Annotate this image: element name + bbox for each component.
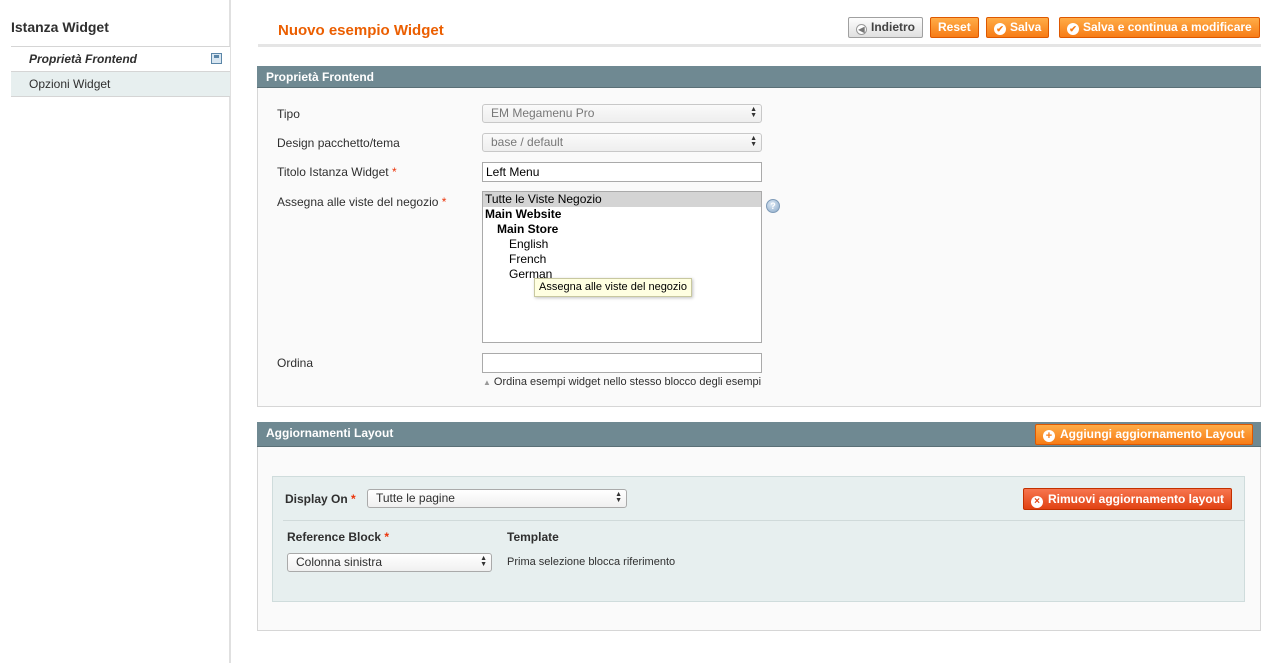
reference-block-value: Colonna sinistra <box>296 555 383 569</box>
page-title: Nuovo esempio Widget <box>278 22 444 39</box>
required-mark: * <box>391 165 397 179</box>
add-layout-label: Aggiungi aggiornamento Layout <box>1060 427 1245 441</box>
updown-arrows-icon: ▲ ▼ <box>750 106 757 119</box>
stores-label-text: Assegna alle viste del negozio <box>277 195 439 209</box>
tooltip: Assegna alle viste del negozio <box>534 278 692 297</box>
reset-button[interactable]: Reset <box>930 17 979 38</box>
plus-icon: + <box>1043 430 1055 442</box>
save-state-icon <box>211 53 222 64</box>
updown-arrows-icon: ▲ ▼ <box>615 491 622 504</box>
store-option-french[interactable]: French <box>483 252 761 267</box>
save-continue-label: Salva e continua a modificare <box>1083 20 1252 34</box>
design-label: Design pacchetto/tema <box>277 136 400 150</box>
check-icon: ✔ <box>994 23 1006 35</box>
add-layout-update-button[interactable]: + Aggiungi aggiornamento Layout <box>1035 424 1253 445</box>
store-option-website: Main Website <box>485 207 562 221</box>
display-on-label: Display On * <box>285 492 356 506</box>
header-divider <box>258 44 1261 47</box>
up-arrow-icon: ▲ <box>483 378 491 387</box>
tab-label: Proprietà Frontend <box>29 52 138 66</box>
template-label: Template <box>507 530 559 544</box>
sort-input[interactable] <box>482 353 762 373</box>
back-label: Indietro <box>871 20 915 34</box>
back-button[interactable]: ◀ Indietro <box>848 17 923 38</box>
stores-multiselect[interactable]: Tutte le Viste Negozio Main Website Main… <box>482 191 762 343</box>
updown-arrows-icon: ▲ ▼ <box>480 555 487 568</box>
type-label: Tipo <box>277 107 300 121</box>
sort-note-text: Ordina esempi widget nello stesso blocco… <box>493 376 762 388</box>
design-select[interactable]: base / default ▲ ▼ <box>482 133 762 152</box>
save-button[interactable]: ✔ Salva <box>986 17 1050 38</box>
display-on-value: Tutte le pagine <box>376 491 455 505</box>
sort-label: Ordina <box>277 356 314 370</box>
store-option-store: Main Store <box>497 222 559 236</box>
required-mark: * <box>351 492 356 506</box>
title-input[interactable]: Left Menu <box>482 162 762 182</box>
save-continue-button[interactable]: ✔ Salva e continua a modificare <box>1059 17 1260 38</box>
stores-label: Assegna alle viste del negozio * <box>277 195 446 209</box>
back-arrow-icon: ◀ <box>856 24 867 35</box>
store-option-english[interactable]: English <box>483 237 761 252</box>
tab-frontend-properties[interactable]: Proprietà Frontend <box>11 47 230 72</box>
title-label: Titolo Istanza Widget * <box>277 165 397 179</box>
layout-divider <box>283 520 1245 521</box>
reference-block-select[interactable]: Colonna sinistra ▲ ▼ <box>287 553 492 572</box>
help-icon[interactable]: ? <box>766 199 780 213</box>
reference-block-label: Reference Block * <box>287 530 389 544</box>
sidebar-title: Istanza Widget <box>11 19 109 35</box>
required-mark: * <box>384 530 390 544</box>
tab-widget-options[interactable]: Opzioni Widget <box>11 72 230 97</box>
sidebar: Istanza Widget Proprietà Frontend Opzion… <box>0 0 231 663</box>
check-icon: ✔ <box>1067 23 1079 35</box>
remove-x-icon: × <box>1031 496 1043 508</box>
reset-label: Reset <box>938 20 971 34</box>
frontend-section-header: Proprietà Frontend <box>257 66 1261 88</box>
template-value: Prima selezione blocca riferimento <box>507 556 676 568</box>
sort-note: ▲ Ordina esempi widget nello stesso blocc… <box>483 376 761 388</box>
type-select[interactable]: EM Megamenu Pro ▲ ▼ <box>482 104 762 123</box>
save-label: Salva <box>1010 20 1042 34</box>
reference-block-label-text: Reference Block <box>287 530 382 544</box>
display-on-label-text: Display On <box>285 492 348 506</box>
store-option-all[interactable]: Tutte le Viste Negozio <box>483 192 761 207</box>
tab-label: Opzioni Widget <box>29 77 111 91</box>
remove-layout-label: Rimuovi aggiornamento layout <box>1048 492 1225 506</box>
title-label-text: Titolo Istanza Widget <box>277 165 389 179</box>
sidebar-tabs: Proprietà Frontend Opzioni Widget <box>11 46 230 97</box>
required-mark: * <box>441 195 447 209</box>
display-on-select[interactable]: Tutte le pagine ▲ ▼ <box>367 489 627 508</box>
type-value: EM Megamenu Pro <box>491 106 595 120</box>
design-value: base / default <box>491 135 564 149</box>
updown-arrows-icon: ▲ ▼ <box>750 135 757 148</box>
remove-layout-update-button[interactable]: × Rimuovi aggiornamento layout <box>1023 488 1233 510</box>
